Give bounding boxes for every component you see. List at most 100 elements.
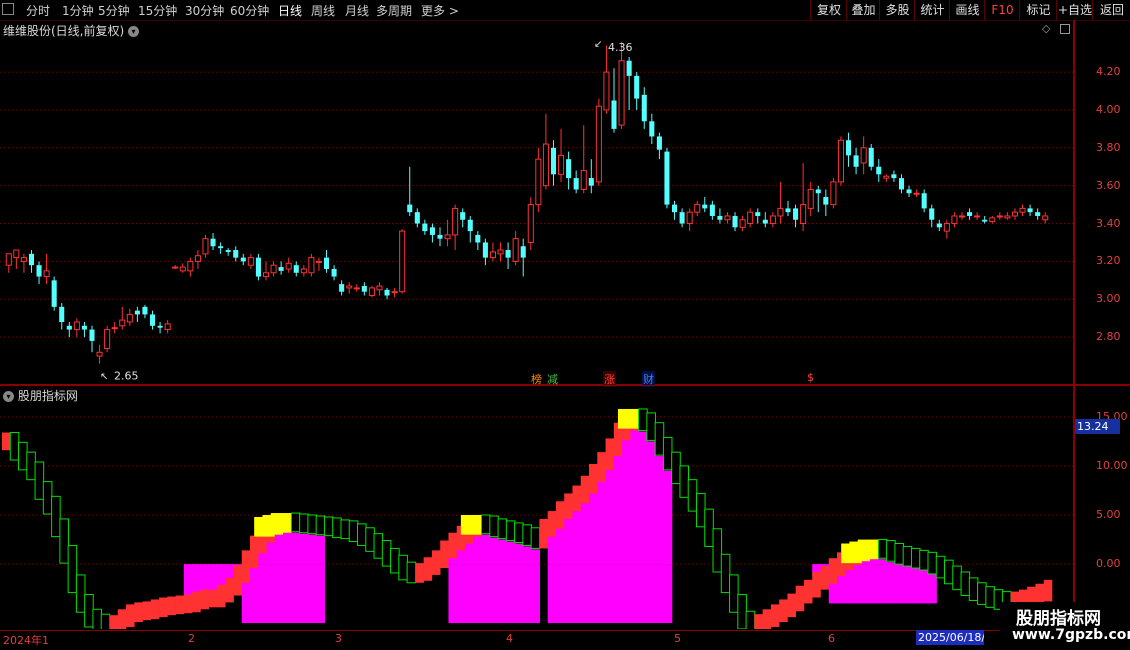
period-tab[interactable]: 5分钟 [98, 2, 130, 19]
toolbar-button[interactable]: 多股 [879, 0, 915, 20]
toolbar-button[interactable]: 叠加 [846, 0, 880, 20]
period-tab[interactable]: 15分钟 [138, 2, 177, 19]
period-tab[interactable]: 月线 [345, 2, 369, 19]
candle-body [588, 178, 594, 186]
indicator-bar [208, 564, 218, 594]
period-tab[interactable]: 60分钟 [230, 2, 269, 19]
candle [331, 265, 337, 281]
indicator-step [820, 566, 830, 590]
candle [656, 132, 662, 160]
candle [936, 219, 942, 232]
candle [588, 159, 594, 194]
arrow-icon: ↖ [100, 372, 108, 383]
candle-body [679, 212, 685, 224]
candle-body [982, 219, 988, 222]
indicator-step [1043, 579, 1053, 602]
period-tab[interactable]: 1分钟 [62, 2, 94, 19]
indicator-step [886, 540, 896, 562]
candle-body [482, 242, 488, 258]
candle [505, 242, 511, 269]
period-tab[interactable]: 周线 [311, 2, 335, 19]
indicator-bar [589, 564, 598, 624]
candle [958, 212, 966, 220]
indicator-step [415, 563, 424, 583]
candle [823, 189, 829, 216]
indicator-step [547, 511, 557, 537]
indicator-step [51, 495, 61, 538]
indicator-bar [200, 564, 210, 594]
candle [891, 170, 897, 182]
period-tab[interactable]: 分时 [26, 2, 50, 19]
candle [315, 257, 322, 271]
toolbar-button[interactable]: 画线 [949, 0, 985, 20]
toolbar-button[interactable]: F10 [984, 0, 1020, 20]
high-price-label: 4.36 [608, 41, 633, 54]
toolbar-button[interactable]: +自选 [1056, 0, 1093, 20]
period-tab[interactable]: 多周期 [376, 2, 412, 19]
candle [876, 159, 882, 182]
x-axis-label: 4 [506, 632, 513, 645]
toolbar-button[interactable]: 统计 [914, 0, 950, 20]
candle-body [702, 204, 708, 209]
period-tab[interactable]: 30分钟 [185, 2, 224, 19]
window-menu-icon[interactable] [2, 3, 14, 15]
event-marker[interactable]: $ [806, 371, 815, 384]
candle-body [111, 327, 118, 330]
candle [686, 208, 693, 232]
indicator-step [315, 515, 326, 536]
candle-body [1019, 207, 1026, 213]
candle-body [717, 215, 723, 220]
indicator-step [75, 574, 86, 613]
candle-body [467, 219, 473, 232]
candle-body [172, 266, 179, 269]
candle [489, 242, 496, 262]
candle-body [989, 217, 996, 223]
indicator-peak [857, 539, 879, 560]
candle-body [1004, 215, 1011, 219]
candle [974, 212, 981, 220]
candle-body [686, 211, 693, 225]
candle-body [626, 60, 632, 76]
indicator-step [952, 565, 962, 591]
candle-body [520, 246, 526, 258]
candle-body [43, 270, 50, 278]
candle [149, 310, 156, 330]
indicator-step [803, 579, 813, 604]
candle-body [603, 71, 610, 111]
toolbar-button[interactable]: 复权 [810, 0, 847, 20]
x-axis-label: 6 [828, 632, 835, 645]
arrow-icon: ↙ [594, 39, 602, 50]
indicator-step [299, 513, 309, 534]
indicator-step [530, 527, 541, 549]
candle-body [13, 249, 20, 259]
indicator-step [175, 595, 185, 615]
candle [475, 231, 481, 251]
candle [308, 253, 315, 277]
indicator-bar [522, 546, 532, 565]
period-tab[interactable]: 日线 [278, 2, 302, 19]
candle-body [202, 238, 209, 255]
candle [906, 185, 912, 198]
indicator-step [489, 515, 499, 538]
candle-body [913, 192, 920, 195]
candle-body [20, 257, 27, 262]
candle-body [194, 255, 201, 262]
toolbar-button[interactable]: 返回 [1092, 0, 1130, 20]
indicator-bar [266, 564, 276, 624]
cursor-date: 2025/06/18/三 [916, 630, 984, 645]
indicator-bar [903, 564, 913, 604]
period-tab[interactable]: 更多 > [421, 2, 459, 19]
y-axis-label: 4.00 [1096, 102, 1121, 116]
candle-body [346, 285, 353, 289]
indicator-step [910, 547, 921, 569]
candle-body [906, 189, 912, 194]
indicator-bar [183, 564, 193, 599]
indicator-bar [473, 564, 483, 624]
indicator-bar [514, 543, 524, 565]
candle [853, 147, 859, 175]
toolbar-button[interactable]: 标记 [1019, 0, 1057, 20]
indicator-bar [878, 559, 888, 565]
indicator-bar [597, 470, 607, 565]
indicator-bar [886, 562, 896, 565]
candle-body [59, 306, 65, 322]
